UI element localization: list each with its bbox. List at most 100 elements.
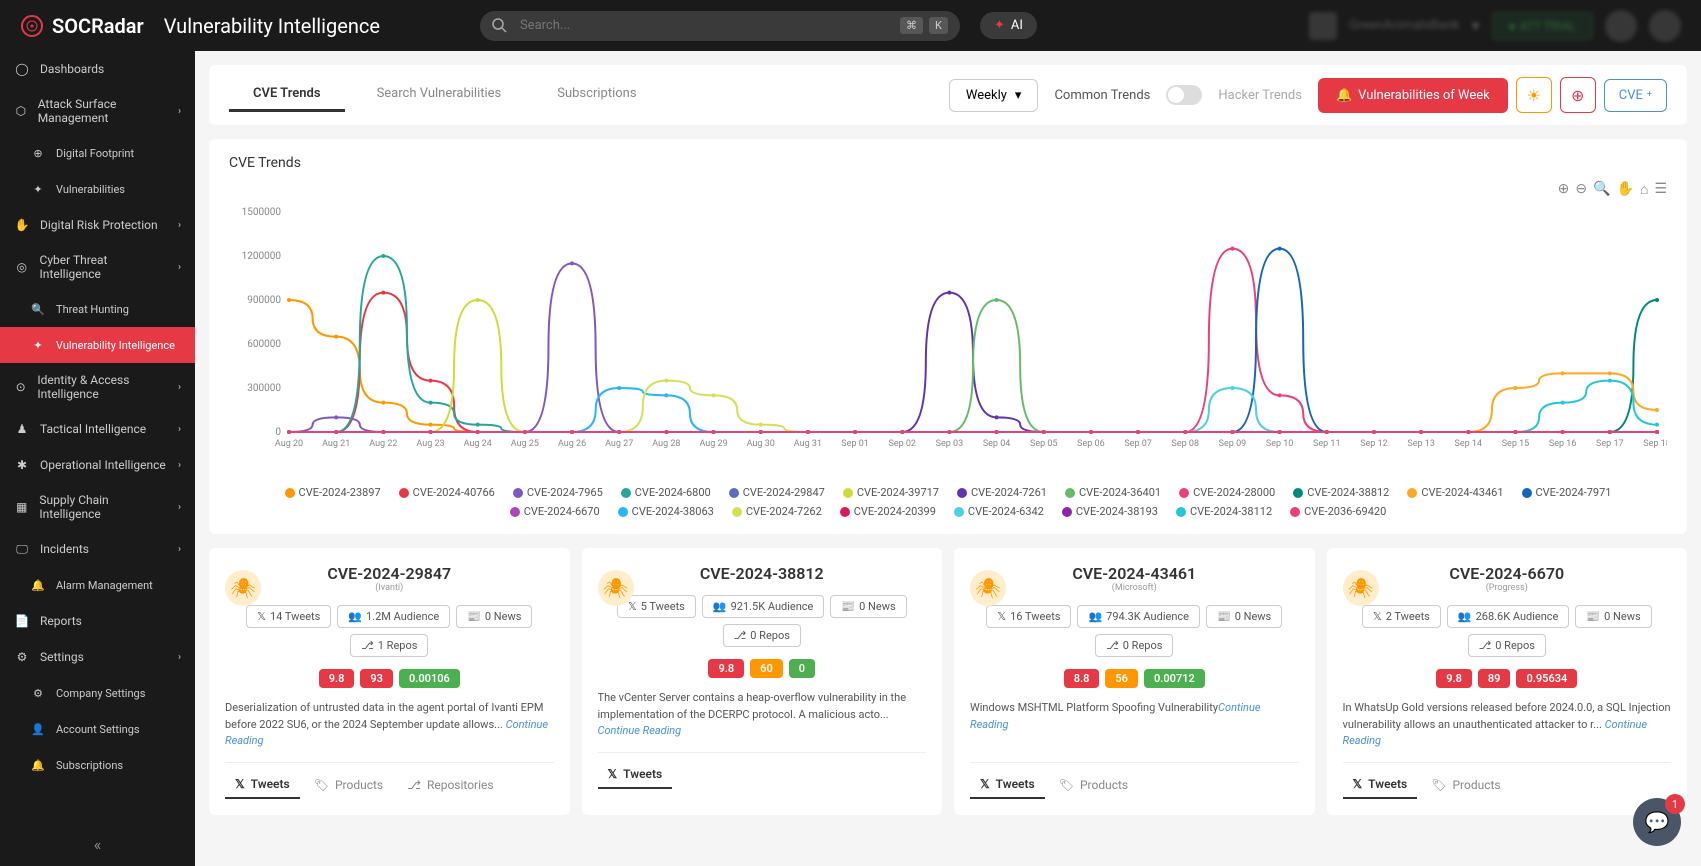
svg-text:Sep 01: Sep 01 <box>841 439 869 449</box>
repos-badge[interactable]: ⎇0 Repos <box>1095 634 1173 657</box>
sidebar-item[interactable]: 👤Account Settings <box>0 711 195 747</box>
legend-item[interactable]: CVE-2024-7971 <box>1522 486 1612 499</box>
legend-item[interactable]: CVE-2024-6800 <box>621 486 711 499</box>
legend-item[interactable]: CVE-2024-38812 <box>1293 486 1389 499</box>
legend-item[interactable]: CVE-2024-40766 <box>399 486 495 499</box>
legend-item[interactable]: CVE-2024-7965 <box>513 486 603 499</box>
repos-badge[interactable]: ⎇0 Repos <box>1468 634 1546 657</box>
legend-item[interactable]: CVE-2024-36401 <box>1065 486 1161 499</box>
legend-item[interactable]: CVE-2024-7262 <box>732 505 822 518</box>
audience-badge[interactable]: 👥794.3K Audience <box>1077 605 1200 628</box>
tweets-badge[interactable]: 𝕏16 Tweets <box>986 605 1071 628</box>
toggle-hacker-label: Hacker Trends <box>1218 88 1302 103</box>
legend-item[interactable]: CVE-2024-38112 <box>1176 505 1272 518</box>
sidebar-item[interactable]: 📄Reports <box>0 603 195 639</box>
sidebar-item[interactable]: 🔍Threat Hunting <box>0 291 195 327</box>
sidebar-item[interactable]: ✋Digital Risk Protection› <box>0 207 195 243</box>
sidebar-item[interactable]: ✱Operational Intelligence› <box>0 447 195 483</box>
tag-icon: 🏷 <box>314 778 329 792</box>
legend-item[interactable]: CVE-2036-69420 <box>1290 505 1386 518</box>
legend-item[interactable]: CVE-2024-23897 <box>285 486 381 499</box>
zoom-out-icon[interactable]: ⊖ <box>1575 181 1587 198</box>
legend-item[interactable]: CVE-2024-38063 <box>618 505 714 518</box>
legend-item[interactable]: CVE-2024-28000 <box>1179 486 1275 499</box>
card-tab[interactable]: 𝕏Tweets <box>1343 771 1418 799</box>
vulnerabilities-of-week-button[interactable]: 🔔 Vulnerabilities of Week <box>1318 78 1508 113</box>
notification-icon[interactable] <box>1605 10 1637 42</box>
legend-item[interactable]: CVE-2024-43461 <box>1407 486 1503 499</box>
epss-score: 0.95634 <box>1516 669 1577 688</box>
repos-badge[interactable]: ⎇0 Repos <box>723 624 801 647</box>
news-badge[interactable]: 📰0 News <box>830 595 906 618</box>
continue-reading[interactable]: Continue Reading <box>1343 718 1648 748</box>
ai-button[interactable]: ✦ AI <box>980 12 1037 39</box>
continue-reading[interactable]: Continue Reading <box>970 701 1260 731</box>
card-tab[interactable]: 🏷Products <box>1421 771 1510 799</box>
search-input[interactable] <box>480 11 960 41</box>
card-tab[interactable]: 🏷Products <box>304 771 393 799</box>
legend-dot <box>1062 507 1072 517</box>
chat-fab[interactable]: 💬 1 <box>1633 798 1681 846</box>
tab[interactable]: Search Vulnerabilities <box>353 78 526 112</box>
card-tab[interactable]: 𝕏Tweets <box>970 771 1045 799</box>
audience-badge[interactable]: 👥921.5K Audience <box>702 595 825 618</box>
add-button[interactable]: ⊕ <box>1560 77 1596 113</box>
users-icon: 👥 <box>348 610 362 623</box>
toggle-common-label: Common Trends <box>1054 88 1150 103</box>
continue-reading[interactable]: Continue Reading <box>598 724 682 737</box>
repos-badge[interactable]: ⎇1 Repos <box>350 634 428 657</box>
menu-icon[interactable]: ☰ <box>1654 181 1667 198</box>
legend-item[interactable]: CVE-2024-38193 <box>1062 505 1158 518</box>
legend-item[interactable]: CVE-2024-6670 <box>510 505 600 518</box>
sidebar-item[interactable]: ⊕Digital Footprint <box>0 135 195 171</box>
sidebar-item[interactable]: ✦Vulnerabilities <box>0 171 195 207</box>
home-icon[interactable]: ⌂ <box>1640 181 1648 198</box>
chevron-icon: › <box>178 460 181 471</box>
trial-button[interactable]: ●ATT TRIAL <box>1492 12 1593 40</box>
sidebar-item[interactable]: ✦Vulnerability Intelligence <box>0 327 195 363</box>
news-badge[interactable]: 📰0 News <box>1575 605 1651 628</box>
news-badge[interactable]: 📰0 News <box>456 605 532 628</box>
legend-item[interactable]: CVE-2024-6342 <box>954 505 1044 518</box>
sidebar-item[interactable]: ♟Tactical Intelligence› <box>0 411 195 447</box>
tab[interactable]: CVE Trends <box>229 78 345 112</box>
reset-zoom-icon[interactable]: 🔍 <box>1593 181 1610 198</box>
card-tab[interactable]: 𝕏Tweets <box>225 771 300 799</box>
sidebar-item[interactable]: 🔔Alarm Management <box>0 567 195 603</box>
pan-icon[interactable]: ✋ <box>1617 181 1634 198</box>
cve-button[interactable]: CVE + <box>1604 79 1667 112</box>
sidebar-item[interactable]: ⊙Identity & Access Intelligence› <box>0 363 195 411</box>
period-dropdown[interactable]: Weekly ▾ <box>949 79 1039 112</box>
user-avatar[interactable] <box>1649 10 1681 42</box>
legend-item[interactable]: CVE-2024-39717 <box>843 486 939 499</box>
tweets-badge[interactable]: 𝕏14 Tweets <box>246 605 331 628</box>
bell-icon: 🔔 <box>1336 88 1352 103</box>
sidebar-item[interactable]: ◎Cyber Threat Intelligence› <box>0 243 195 291</box>
continue-reading[interactable]: Continue Reading <box>225 718 548 748</box>
news-badge[interactable]: 📰0 News <box>1206 605 1282 628</box>
sidebar-item[interactable]: ◯Dashboards <box>0 51 195 87</box>
logo[interactable]: SOCRadar <box>20 14 144 38</box>
card-tab[interactable]: 𝕏Tweets <box>598 761 673 789</box>
audience-badge[interactable]: 👥1.2M Audience <box>337 605 450 628</box>
card-tab[interactable]: 🏷Products <box>1049 771 1138 799</box>
sidebar-item[interactable]: 🖵Incidents› <box>0 531 195 567</box>
sidebar-item[interactable]: 🔔Subscriptions <box>0 747 195 783</box>
audience-badge[interactable]: 👥268.6K Audience <box>1447 605 1570 628</box>
card-tab[interactable]: ⎇Repositories <box>397 771 503 799</box>
org-avatar[interactable] <box>1309 12 1337 40</box>
org-name[interactable]: GreenAnimalsBank <box>1349 18 1459 33</box>
sidebar-item[interactable]: ⚙Settings› <box>0 639 195 675</box>
zoom-in-icon[interactable]: ⊕ <box>1558 181 1570 198</box>
legend-item[interactable]: CVE-2024-29847 <box>729 486 825 499</box>
sidebar-item[interactable]: ⚙Company Settings <box>0 675 195 711</box>
tab[interactable]: Subscriptions <box>533 78 660 112</box>
trends-toggle[interactable] <box>1166 85 1202 105</box>
sidebar-item[interactable]: ▦Supply Chain Intelligence› <box>0 483 195 531</box>
legend-item[interactable]: CVE-2024-20399 <box>840 505 936 518</box>
collapse-button[interactable]: « <box>0 823 195 866</box>
tweets-badge[interactable]: 𝕏2 Tweets <box>1362 605 1441 628</box>
legend-item[interactable]: CVE-2024-7261 <box>957 486 1047 499</box>
sidebar-item[interactable]: ⬡Attack Surface Management› <box>0 87 195 135</box>
sun-button[interactable]: ☀ <box>1516 77 1552 113</box>
